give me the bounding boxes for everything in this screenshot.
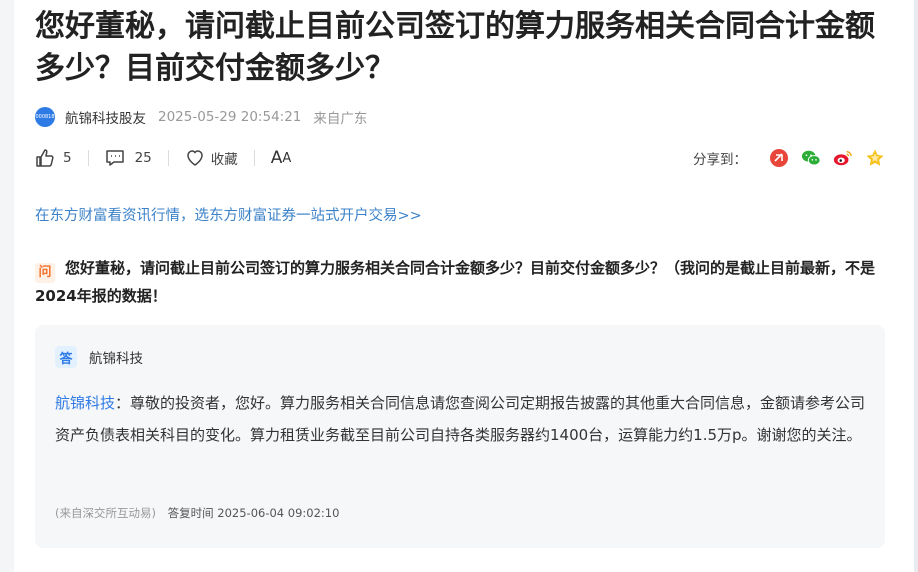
answer-footer: (来自深交所互动易) 答复时间 2025-06-04 09:02:10 [55, 505, 339, 521]
like-count: 5 [63, 150, 72, 166]
favorite-button[interactable]: 收藏 [185, 148, 238, 168]
comment-count: 25 [134, 150, 152, 166]
answer-body: ：尊敬的投资者，您好。算力服务相关合同信息请您查阅公司定期报告披露的其他重大合同… [55, 394, 866, 444]
favorite-label: 收藏 [210, 152, 238, 168]
publish-location: 来自广东 [313, 111, 368, 127]
reply-time: 答复时间 2025-06-04 09:02:10 [167, 506, 340, 520]
thumbs-up-icon [35, 148, 55, 168]
like-button[interactable]: 5 [35, 148, 72, 168]
share-group: 分享到： [693, 148, 885, 168]
publish-time: 2025-05-29 20:54:21 [158, 109, 302, 125]
question-badge: 问 [35, 263, 55, 283]
answer-header: 答 航锦科技 [55, 346, 143, 368]
share-label: 分享到： [693, 152, 747, 168]
answer-text: 航锦科技：尊敬的投资者，您好。算力服务相关合同信息请您查阅公司定期报告披露的其他… [55, 387, 867, 451]
answer-company-link[interactable]: 航锦科技 [55, 394, 115, 412]
scrollbar-track[interactable] [914, 0, 918, 572]
promo-link[interactable]: 在东方财富看资讯行情，选东方财富证券一站式开户交易>> [35, 204, 422, 225]
question-text: 您好董秘，请问截止目前公司签订的算力服务相关合同合计金额多少？目前交付金额多少？… [35, 259, 876, 305]
article-meta: 000818 航锦科技股友 2025-05-29 20:54:21 来自广东 [35, 106, 367, 128]
favorite-star-share-icon[interactable] [865, 148, 885, 168]
font-size-large-label: A [270, 148, 283, 168]
comment-icon [105, 148, 125, 168]
divider [253, 150, 255, 166]
wechat-share-icon[interactable] [801, 148, 821, 168]
font-size-small-label: A [282, 150, 292, 166]
question-block: 问您好董秘，请问截止目前公司签订的算力服务相关合同合计金额多少？目前交付金额多少… [35, 255, 885, 309]
answer-source: (来自深交所互动易) [55, 506, 156, 520]
action-bar: 5 25 收藏 AA 分享到： [35, 145, 885, 171]
font-size-button[interactable]: AA [271, 148, 292, 168]
left-gutter [0, 0, 14, 572]
weibo-share-icon[interactable] [833, 148, 853, 168]
answer-company: 航锦科技 [89, 351, 143, 367]
author-name[interactable]: 航锦科技股友 [65, 107, 146, 127]
divider [87, 150, 89, 166]
toutiao-share-icon[interactable] [769, 148, 789, 168]
heart-icon [185, 148, 205, 168]
answer-card: 答 航锦科技 航锦科技：尊敬的投资者，您好。算力服务相关合同信息请您查阅公司定期… [35, 325, 885, 548]
comment-button[interactable]: 25 [105, 148, 152, 168]
answer-badge: 答 [55, 346, 77, 368]
company-logo: 000818 [35, 107, 55, 127]
article-title: 您好董秘，请问截止目前公司签订的算力服务相关合同合计金额多少？目前交付金额多少？ [35, 9, 875, 86]
divider [167, 150, 169, 166]
